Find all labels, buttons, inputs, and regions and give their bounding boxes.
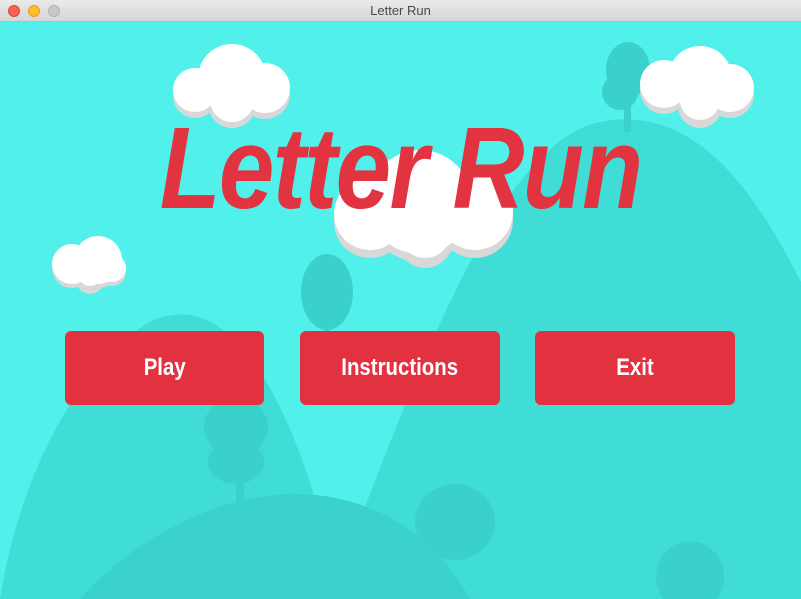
title-bar[interactable]: Letter Run (0, 0, 801, 22)
window-title: Letter Run (370, 3, 431, 18)
app-window: Letter Run Letter Run Play Instructions … (0, 0, 801, 599)
exit-button-label: Exit (616, 354, 654, 381)
instructions-button[interactable]: Instructions (300, 331, 500, 405)
tree-silhouette (301, 254, 353, 332)
exit-button[interactable]: Exit (535, 331, 735, 405)
game-title: Letter Run (159, 103, 643, 233)
play-button-label: Play (143, 354, 186, 381)
cloud (52, 236, 126, 294)
game-scene: Letter Run Play Instructions Exit (0, 22, 801, 599)
play-button[interactable]: Play (65, 331, 264, 405)
instructions-button-label: Instructions (341, 354, 459, 381)
